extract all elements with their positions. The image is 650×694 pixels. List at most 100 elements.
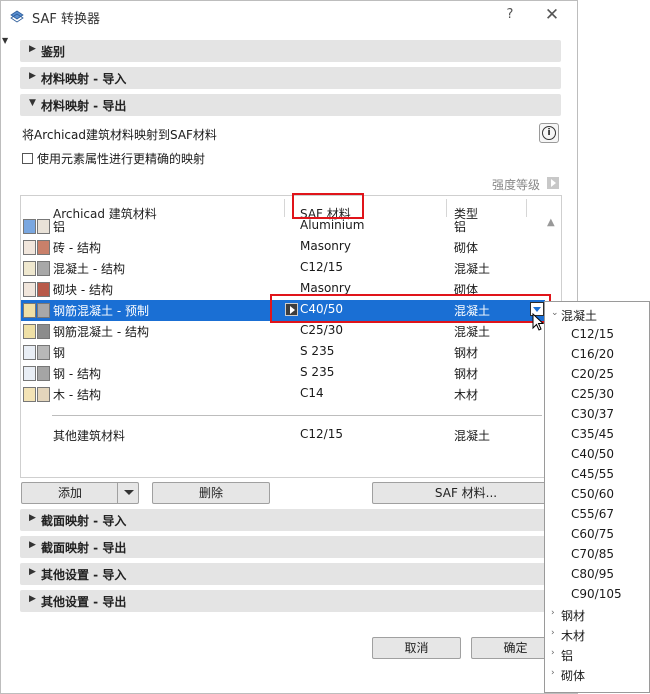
popup-item-concrete-grade[interactable]: C12/15 (571, 327, 614, 341)
popup-item-concrete-grade[interactable]: C60/75 (571, 527, 614, 541)
material-name: 钢筋混凝土 - 预制 (53, 304, 149, 318)
strength-class-button[interactable] (547, 177, 559, 189)
expand-arrow-icon: ▶ (29, 594, 36, 604)
table-row[interactable]: 钢筋混凝土 - 结构 C25/30 混凝土 (21, 321, 545, 342)
saf-material: C14 (300, 386, 324, 400)
saf-material-popup: ⌄ 混凝土 C12/15 C16/20 C20/25 C25/30 C30/37 C35/… (544, 301, 650, 693)
table-row[interactable]: 钢 - 结构 S 235 钢材 (21, 363, 545, 384)
saf-material: S 235 (300, 344, 335, 358)
popup-item-concrete-grade[interactable]: C70/85 (571, 547, 614, 561)
popup-item-concrete-grade[interactable]: C90/105 (571, 587, 622, 601)
selected-row-highlight (270, 294, 551, 323)
group-collapsed-icon: › (551, 648, 555, 658)
material-type: 钢材 (454, 367, 479, 381)
material-name: 铝 (53, 220, 66, 234)
group-collapsed-icon: › (551, 628, 555, 638)
popup-item-concrete-grade[interactable]: C35/45 (571, 427, 614, 441)
section-material-mapping-export[interactable]: ▼ 材料映射 - 导出 (20, 94, 561, 116)
popup-item-concrete-grade[interactable]: C45/55 (571, 467, 614, 481)
scroll-up-icon[interactable]: ▲ (547, 217, 555, 228)
table-row-other[interactable]: 其他建筑材料 C12/15 混凝土 (21, 425, 545, 446)
element-properties-checkbox[interactable] (22, 153, 33, 164)
other-material-type: 混凝土 (454, 429, 491, 443)
group-collapsed-icon: › (551, 668, 555, 678)
material-type: 钢材 (454, 346, 479, 360)
group-collapsed-icon: › (551, 608, 555, 618)
popup-item-concrete-grade[interactable]: C20/25 (571, 367, 614, 381)
material-type: 砌体 (454, 241, 479, 255)
section-label: 截面映射 - 导出 (41, 541, 127, 555)
section-other-settings-import[interactable]: ▶ 其他设置 - 导入 (20, 563, 561, 585)
popup-group-concrete[interactable]: 混凝土 (561, 307, 597, 324)
material-name: 混凝土 - 结构 (53, 262, 125, 276)
app-icon (10, 10, 24, 23)
other-material-saf: C12/15 (300, 427, 343, 441)
section-profile-mapping-export[interactable]: ▶ 截面映射 - 导出 (20, 536, 561, 558)
section-label: 其他设置 - 导入 (41, 568, 127, 582)
material-pattern-swatch (23, 345, 36, 360)
section-identification[interactable]: ▶ 鉴别 (20, 40, 561, 62)
material-name: 钢 - 结构 (53, 367, 101, 381)
popup-item-concrete-grade[interactable]: C30/37 (571, 407, 614, 421)
strength-class-label: 强度等级 (492, 178, 541, 192)
popup-item-concrete-grade[interactable]: C25/30 (571, 387, 614, 401)
popup-item-concrete-grade[interactable]: C16/20 (571, 347, 614, 361)
table-row[interactable]: 混凝土 - 结构 C12/15 混凝土 (21, 258, 545, 279)
add-options-dropdown[interactable] (117, 482, 139, 504)
expand-arrow-icon: ▶ (29, 540, 36, 550)
material-type: 混凝土 (454, 262, 491, 276)
popup-group[interactable]: 砌体 (561, 667, 585, 684)
table-row[interactable]: 砖 - 结构 Masonry 砌体 (21, 237, 545, 258)
cancel-button[interactable]: 取消 (372, 637, 461, 659)
column-divider (446, 199, 447, 217)
info-button[interactable]: i (539, 123, 559, 143)
group-expanded-icon: ⌄ (551, 308, 559, 318)
material-pattern-swatch (23, 240, 36, 255)
delete-button[interactable]: 删除 (152, 482, 270, 504)
material-color-swatch (37, 366, 50, 381)
material-color-swatch (37, 282, 50, 297)
table-row[interactable]: 钢 S 235 钢材 (21, 342, 545, 363)
material-pattern-swatch (23, 303, 36, 318)
saf-material: Masonry (300, 281, 351, 295)
column-divider (284, 199, 285, 217)
element-properties-label[interactable]: 使用元素属性进行更精确的映射 (37, 150, 205, 167)
saf-material: Masonry (300, 239, 351, 253)
window-title: SAF 转换器 (32, 12, 100, 27)
column-divider (526, 199, 527, 217)
popup-item-concrete-grade[interactable]: C40/50 (571, 447, 614, 461)
material-name: 砌块 - 结构 (53, 283, 113, 297)
material-type: 铝 (454, 220, 467, 234)
popup-item-concrete-grade[interactable]: C55/67 (571, 507, 614, 521)
expand-arrow-icon: ▶ (29, 71, 36, 81)
material-color-swatch (37, 303, 50, 318)
popup-item-concrete-grade[interactable]: C80/95 (571, 567, 614, 581)
material-type: 木材 (454, 388, 479, 402)
popup-group[interactable]: 钢材 (561, 607, 585, 624)
popup-group[interactable]: 铝 (561, 647, 573, 664)
section-profile-mapping-import[interactable]: ▶ 截面映射 - 导入 (20, 509, 561, 531)
saf-material-button[interactable]: SAF 材料... (372, 482, 560, 504)
material-type: 混凝土 (454, 325, 491, 339)
table-separator (52, 415, 542, 416)
close-icon[interactable]: ✕ (541, 5, 563, 27)
expand-arrow-icon: ▶ (29, 44, 36, 54)
other-material-name: 其他建筑材料 (53, 429, 126, 443)
section-label: 截面映射 - 导入 (41, 514, 127, 528)
collapse-arrow-icon: ▼ (29, 98, 36, 108)
expand-arrow-icon: ▶ (29, 513, 36, 523)
section-other-settings-export[interactable]: ▶ 其他设置 - 导出 (20, 590, 561, 612)
table-row[interactable]: 木 - 结构 C14 木材 (21, 384, 545, 405)
section-material-mapping-import[interactable]: ▶ 材料映射 - 导入 (20, 67, 561, 89)
saf-material: S 235 (300, 365, 335, 379)
material-color-swatch (37, 345, 50, 360)
popup-item-concrete-grade[interactable]: C50/60 (571, 487, 614, 501)
table-row[interactable]: 铝 Aluminium 铝 (21, 216, 545, 237)
material-name: 砖 - 结构 (53, 241, 101, 255)
material-pattern-swatch (23, 324, 36, 339)
popup-group[interactable]: 木材 (561, 627, 585, 644)
material-name: 钢 (53, 346, 66, 360)
material-color-swatch (37, 261, 50, 276)
help-button[interactable]: ? (501, 7, 519, 25)
export-description: 将Archicad建筑材料映射到SAF材料 (22, 128, 217, 142)
